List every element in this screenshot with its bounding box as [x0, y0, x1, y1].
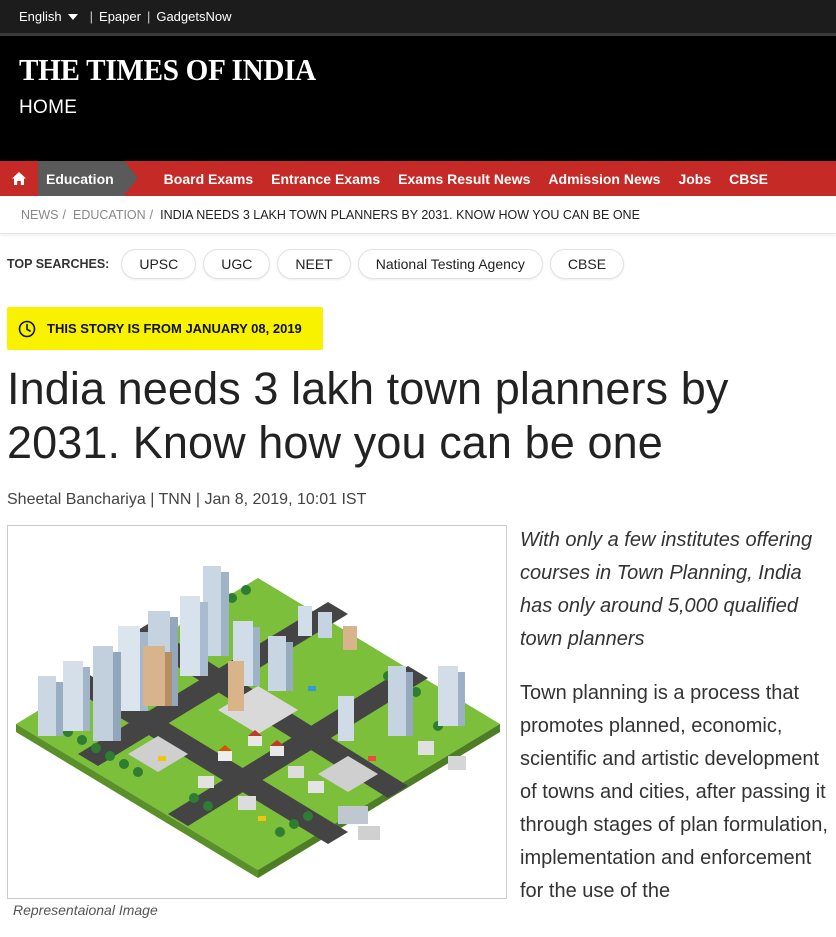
search-pill-cbse[interactable]: CBSE [549, 249, 625, 279]
search-pill-upsc[interactable]: UPSC [121, 249, 197, 279]
nav-item-jobs[interactable]: Jobs [678, 171, 711, 187]
breadcrumb-education[interactable]: EDUCATION [73, 208, 146, 222]
nav-item-admission-news[interactable]: Admission News [548, 171, 660, 187]
article-headline: India needs 3 lakh town planners by 2031… [7, 363, 729, 468]
top-searches-label: TOP SEARCHES: [7, 257, 110, 271]
breadcrumb-separator: / [62, 207, 66, 222]
story-date-badge: THIS STORY IS FROM JANUARY 08, 2019 [7, 307, 323, 350]
section-home-link[interactable]: HOME [19, 97, 77, 119]
breadcrumb-news[interactable]: NEWS [21, 208, 59, 222]
utility-bar: English | Epaper | GadgetsNow [0, 0, 836, 33]
language-label: English [19, 9, 62, 24]
divider: | [89, 9, 94, 24]
city-illustration [16, 566, 500, 878]
article-synopsis: With only a few institutes offering cour… [520, 529, 813, 650]
gadgetsnow-link[interactable]: GadgetsNow [156, 9, 231, 24]
nav-item-board-exams[interactable]: Board Exams [164, 171, 253, 187]
nav-item-exams-result-news[interactable]: Exams Result News [398, 171, 530, 187]
divider: | [146, 9, 151, 24]
breadcrumb-current: INDIA NEEDS 3 LAKH TOWN PLANNERS BY 2031… [160, 207, 640, 222]
masthead: THE TIMES OF INDIA HOME [0, 33, 836, 161]
language-selector[interactable]: English [19, 9, 78, 24]
search-pill-ugc[interactable]: UGC [203, 249, 271, 279]
clock-icon [18, 320, 36, 338]
nav-item-education[interactable]: Education [38, 161, 138, 196]
top-searches: TOP SEARCHES: UPSC UGC NEET National Tes… [7, 249, 631, 279]
article-byline: Sheetal Banchariya | TNN | Jan 8, 2019, … [7, 491, 367, 508]
image-caption: Representaional Image [13, 902, 158, 918]
nav-item-cbse[interactable]: CBSE [729, 171, 768, 187]
site-logo[interactable]: THE TIMES OF INDIA [19, 52, 316, 88]
home-icon[interactable] [0, 161, 38, 196]
breadcrumb: NEWS / EDUCATION / INDIA NEEDS 3 LAKH TO… [0, 196, 836, 234]
nav-item-entrance-exams[interactable]: Entrance Exams [271, 171, 380, 187]
story-date-text: THIS STORY IS FROM JANUARY 08, 2019 [47, 321, 302, 336]
search-pill-neet[interactable]: NEET [277, 249, 351, 279]
article-body: Town planning is a process that promotes… [520, 682, 828, 902]
search-pill-nta[interactable]: National Testing Agency [357, 249, 543, 279]
article-image[interactable] [7, 525, 507, 899]
section-nav: Education Board Exams Entrance Exams Exa… [0, 161, 836, 196]
chevron-down-icon [67, 13, 78, 20]
breadcrumb-separator: / [149, 207, 154, 222]
epaper-link[interactable]: Epaper [99, 9, 141, 24]
